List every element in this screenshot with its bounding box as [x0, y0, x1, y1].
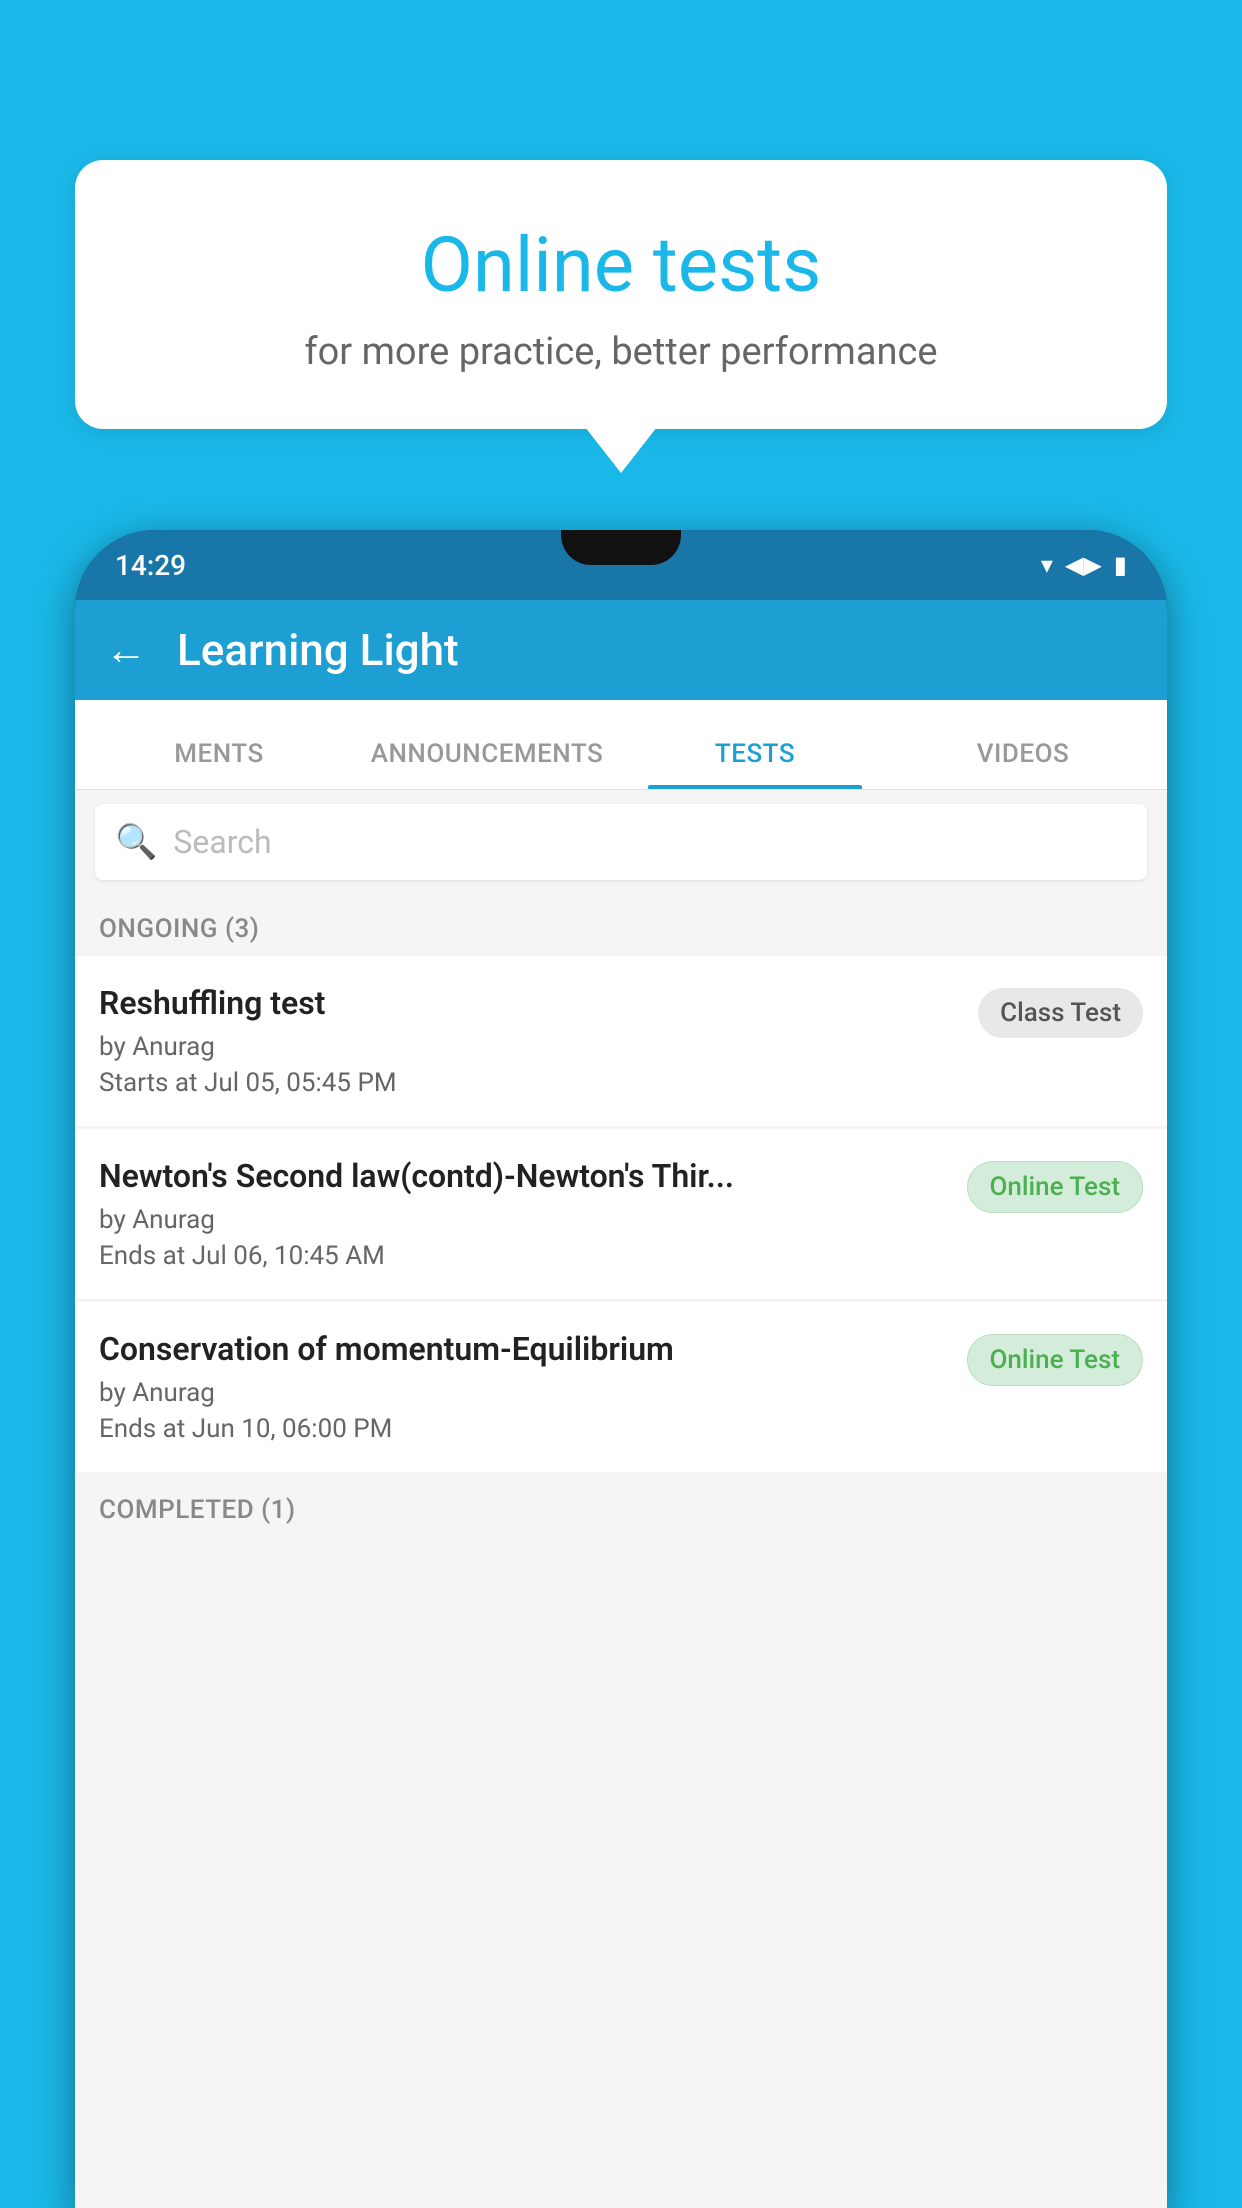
section-completed-header: COMPLETED (1) [75, 1475, 1167, 1537]
section-ongoing-header: ONGOING (3) [75, 894, 1167, 956]
test-time: Starts at Jul 05, 05:45 PM [99, 1068, 958, 1098]
tab-tests[interactable]: TESTS [621, 739, 889, 789]
test-item[interactable]: Reshuffling test by Anurag Starts at Jul… [75, 956, 1167, 1127]
tabs-container: MENTS ANNOUNCEMENTS TESTS VIDEOS [75, 700, 1167, 790]
bubble-title: Online tests [115, 220, 1127, 310]
speech-bubble: Online tests for more practice, better p… [75, 160, 1167, 429]
test-time: Ends at Jul 06, 10:45 AM [99, 1241, 947, 1271]
status-time: 14:29 [115, 549, 186, 582]
test-by: by Anurag [99, 1205, 947, 1235]
app-bar: ← Learning Light [75, 600, 1167, 700]
wifi-icon: ▾ [1041, 551, 1053, 579]
app-title: Learning Light [177, 624, 459, 676]
test-name: Newton's Second law(contd)-Newton's Thir… [99, 1157, 947, 1195]
back-button[interactable]: ← [105, 626, 147, 675]
search-placeholder: Search [173, 823, 271, 861]
test-info: Reshuffling test by Anurag Starts at Jul… [99, 984, 958, 1098]
test-item[interactable]: Conservation of momentum-Equilibrium by … [75, 1302, 1167, 1473]
bubble-subtitle: for more practice, better performance [115, 330, 1127, 374]
battery-icon: ▮ [1114, 551, 1127, 579]
test-by: by Anurag [99, 1032, 958, 1062]
tab-announcements[interactable]: ANNOUNCEMENTS [353, 739, 621, 789]
test-badge-online: Online Test [967, 1161, 1144, 1213]
search-bar[interactable]: 🔍 Search [95, 804, 1147, 880]
test-by: by Anurag [99, 1378, 947, 1408]
content-area: 🔍 Search ONGOING (3) Reshuffling test by… [75, 790, 1167, 2208]
phone-frame: 14:29 ▾ ◀▶ ▮ ← Learning Light MENTS ANNO… [75, 530, 1167, 2208]
notch [561, 530, 681, 565]
tab-videos[interactable]: VIDEOS [889, 739, 1157, 789]
test-info: Newton's Second law(contd)-Newton's Thir… [99, 1157, 947, 1271]
signal-icon: ◀▶ [1065, 551, 1102, 579]
test-badge-online-2: Online Test [967, 1334, 1144, 1386]
test-time: Ends at Jun 10, 06:00 PM [99, 1414, 947, 1444]
status-bar: 14:29 ▾ ◀▶ ▮ [75, 530, 1167, 600]
test-badge-class: Class Test [978, 988, 1143, 1038]
search-icon: 🔍 [115, 822, 157, 862]
tab-ments[interactable]: MENTS [85, 739, 353, 789]
test-item[interactable]: Newton's Second law(contd)-Newton's Thir… [75, 1129, 1167, 1300]
status-icons: ▾ ◀▶ ▮ [1041, 551, 1127, 579]
test-name: Conservation of momentum-Equilibrium [99, 1330, 947, 1368]
test-info: Conservation of momentum-Equilibrium by … [99, 1330, 947, 1444]
test-name: Reshuffling test [99, 984, 958, 1022]
